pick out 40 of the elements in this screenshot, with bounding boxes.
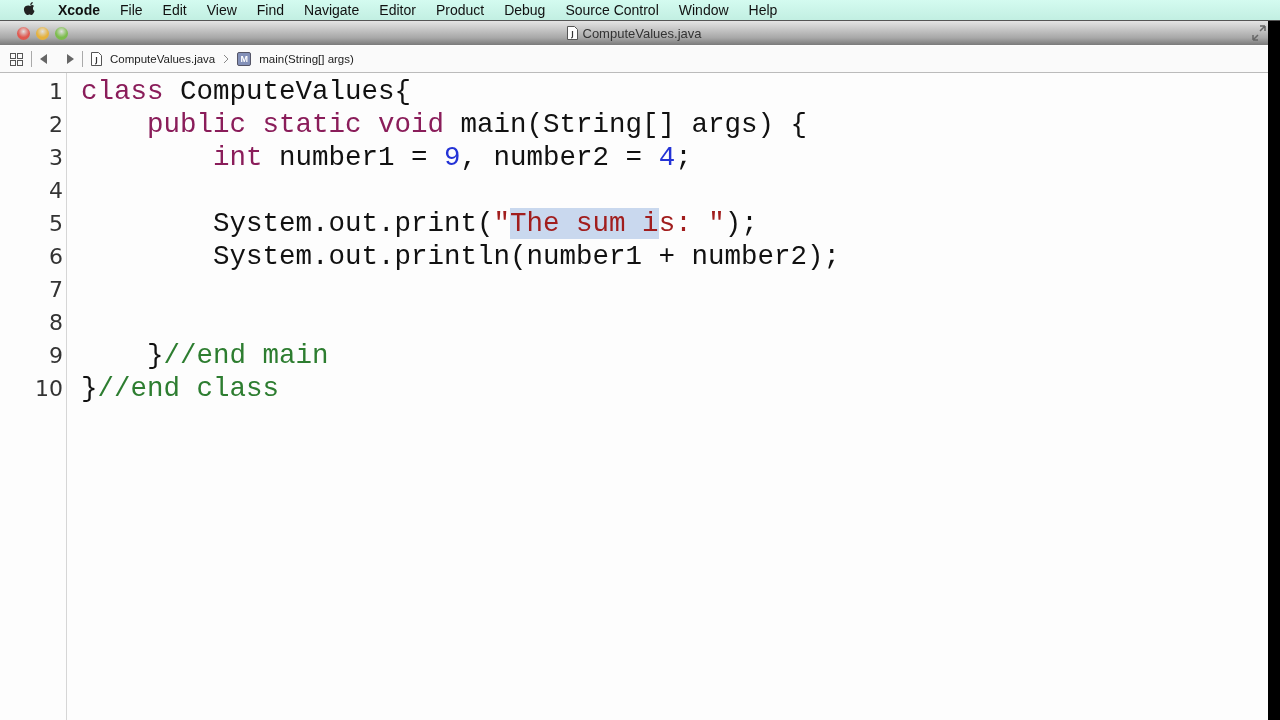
line-number: 10: [34, 375, 64, 403]
menu-item[interactable]: Debug: [494, 2, 556, 18]
code-line: }//end class: [81, 372, 280, 405]
menu-item[interactable]: Editor: [369, 2, 426, 18]
line-number: 4: [48, 177, 64, 205]
menu-item[interactable]: View: [196, 2, 247, 18]
code-line: public static void main(String[] args) {: [146, 108, 808, 141]
code-line: class ComputeValues{: [81, 75, 412, 108]
code-line: System.out.println(number1 + number2);: [212, 240, 841, 273]
menu-item[interactable]: Product: [425, 2, 495, 18]
file-breadcrumb[interactable]: ComputeValues.java: [110, 53, 216, 65]
document-icon: [566, 26, 578, 40]
line-number: 3: [48, 144, 64, 172]
grid-icon[interactable]: [10, 52, 23, 66]
line-number: 7: [48, 276, 64, 304]
menu-item[interactable]: Help: [738, 2, 788, 18]
method-badge: M: [237, 52, 252, 66]
chevron-icon: [223, 54, 230, 64]
line-number: 5: [48, 210, 64, 238]
line-number: 2: [48, 111, 64, 139]
fullscreen-icon[interactable]: [1252, 25, 1266, 41]
window-title: ComputeValues.java: [582, 25, 702, 41]
code-line: }//end main: [146, 339, 329, 372]
line-number: 6: [48, 243, 64, 271]
code-line: System.out.print("The sum is: ");: [212, 207, 758, 240]
line-number: 1: [48, 78, 64, 106]
line-number: 8: [48, 309, 64, 337]
menu-item[interactable]: File: [110, 2, 153, 18]
menu-app-name[interactable]: Xcode: [54, 2, 110, 18]
forward-button[interactable]: [66, 54, 74, 64]
menu-item[interactable]: Edit: [152, 2, 197, 18]
code-line: int number1 = 9, number2 = 4;: [212, 141, 692, 174]
menu-item[interactable]: Navigate: [294, 2, 370, 18]
menu-item[interactable]: Source Control: [555, 2, 669, 18]
method-breadcrumb[interactable]: main(String[] args): [259, 53, 354, 65]
menu-item[interactable]: Window: [668, 2, 739, 18]
back-button[interactable]: [40, 54, 48, 64]
line-number: 9: [48, 342, 64, 370]
menu-item[interactable]: Find: [246, 2, 295, 18]
java-file-icon: [91, 52, 102, 66]
